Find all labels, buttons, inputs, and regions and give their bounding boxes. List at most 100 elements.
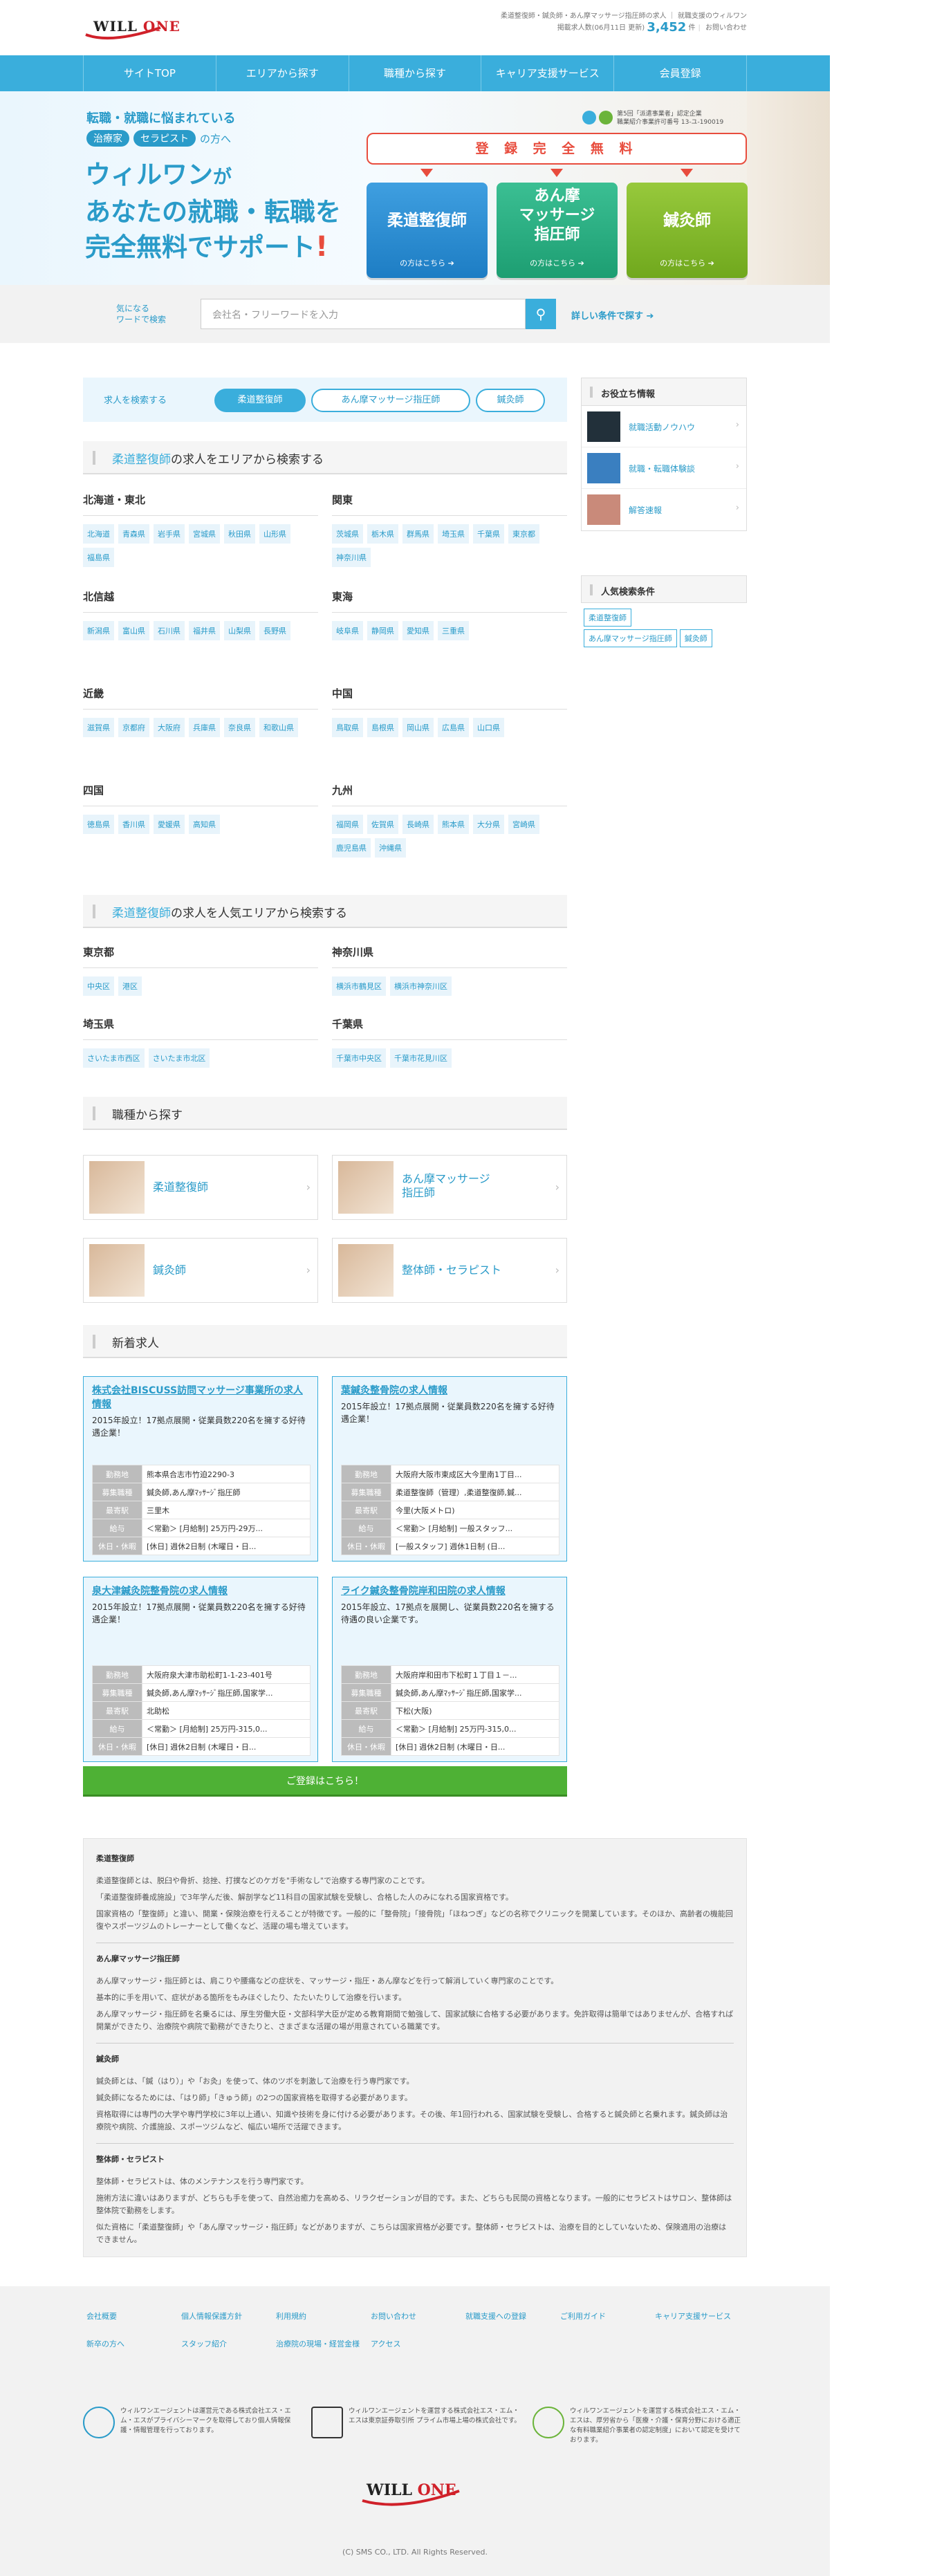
pref-link[interactable]: 奈良県	[224, 718, 255, 737]
pref-link[interactable]: さいたま市北区	[148, 1048, 210, 1068]
pref-link[interactable]: 岡山県	[402, 718, 434, 737]
pref-link[interactable]: 徳島県	[83, 815, 114, 834]
footer-link[interactable]: 治療院の現場・経営金様	[276, 2339, 371, 2350]
pref-link[interactable]: 東京都	[508, 524, 539, 544]
pref-link[interactable]: 高知県	[189, 815, 220, 834]
footer-link[interactable]: スタッフ紹介	[181, 2339, 276, 2350]
pref-link[interactable]: 三重県	[438, 621, 469, 640]
pref-link[interactable]: 千葉市中央区	[332, 1048, 386, 1068]
pref-link[interactable]: 佐賀県	[367, 815, 398, 834]
pref-link[interactable]: 福井県	[189, 621, 220, 640]
pref-link[interactable]: 宮城県	[189, 524, 220, 544]
pref-link[interactable]: 沖縄県	[375, 838, 406, 858]
table-row: 募集職種 柔道整復師（管理）,柔道整復師,鍼...	[341, 1483, 559, 1501]
pref-link[interactable]: 京都府	[118, 718, 149, 737]
pref-link[interactable]: 神奈川県	[332, 548, 371, 567]
pref-link[interactable]: 大阪府	[154, 718, 185, 737]
contact-link[interactable]: お問い合わせ	[705, 24, 747, 32]
useful-item-answers[interactable]: 解答速報 ›	[582, 489, 746, 530]
keyword-judo[interactable]: 柔道整復師	[584, 609, 631, 627]
pref-link[interactable]: 長野県	[259, 621, 290, 640]
pref-link[interactable]: 秋田県	[224, 524, 255, 544]
pref-link[interactable]: 石川県	[154, 621, 185, 640]
pref-link[interactable]: 新潟県	[83, 621, 114, 640]
pref-link[interactable]: 鳥取県	[332, 718, 363, 737]
pref-link[interactable]: 愛知県	[402, 621, 434, 640]
pref-link[interactable]: 北海道	[83, 524, 114, 544]
search-input[interactable]: 会社名・フリーワードを入力	[201, 299, 526, 329]
nav-item-jobtype[interactable]: 職種から探す	[349, 55, 482, 91]
footer-link[interactable]: 会社概要	[86, 2311, 181, 2322]
pref-link[interactable]: 福島県	[83, 548, 114, 567]
job-card-title[interactable]: 株式会社BISCUSS訪問マッサージ事業所の求人情報	[84, 1377, 317, 1411]
pref-link[interactable]: 横浜市鶴見区	[332, 976, 386, 996]
pref-link[interactable]: 山口県	[473, 718, 504, 737]
pref-link[interactable]: 大分県	[473, 815, 504, 834]
pref-link[interactable]: 滋賀県	[83, 718, 114, 737]
jobtype-massage[interactable]: あん摩マッサージ 指圧師 ›	[332, 1155, 567, 1220]
pref-link[interactable]: 静岡県	[367, 621, 398, 640]
pref-link[interactable]: 愛媛県	[154, 815, 185, 834]
footer-link[interactable]: 利用規約	[276, 2311, 371, 2322]
pref-link[interactable]: 島根県	[367, 718, 398, 737]
nav-item-career[interactable]: キャリア支援サービス	[481, 55, 615, 91]
nav-item-top[interactable]: サイトTOP	[84, 55, 216, 91]
advanced-search-link[interactable]: 詳しい条件で探す ➔	[571, 308, 654, 322]
footer-link[interactable]: お問い合わせ	[371, 2311, 465, 2322]
pref-link[interactable]: 富山県	[118, 621, 149, 640]
pref-link[interactable]: 埼玉県	[438, 524, 469, 544]
tab-judo[interactable]: 柔道整復師	[214, 389, 306, 412]
pref-link[interactable]: 広島県	[438, 718, 469, 737]
footer-link[interactable]: アクセス	[371, 2339, 465, 2350]
pref-link[interactable]: 岩手県	[154, 524, 185, 544]
pref-link[interactable]: 千葉市花見川区	[390, 1048, 452, 1068]
pref-link[interactable]: 兵庫県	[189, 718, 220, 737]
keyword-massage[interactable]: あん摩マッサージ指圧師	[584, 629, 677, 647]
pref-link[interactable]: 長崎県	[402, 815, 434, 834]
footer-link[interactable]: 就職支援への登録	[465, 2311, 560, 2322]
pref-link[interactable]: 和歌山県	[259, 718, 298, 737]
nav-item-area[interactable]: エリアから探す	[216, 55, 349, 91]
jobtype-seitai[interactable]: 整体師・セラピスト ›	[332, 1238, 567, 1303]
job-card-title[interactable]: 葉鍼灸整骨院の求人情報	[333, 1377, 566, 1398]
pref-link[interactable]: 岐阜県	[332, 621, 363, 640]
pref-link[interactable]: 千葉県	[473, 524, 504, 544]
footer-link[interactable]: 個人情報保護方針	[181, 2311, 276, 2322]
pref-link[interactable]: 港区	[118, 976, 142, 996]
pref-link[interactable]: 茨城県	[332, 524, 363, 544]
pref-link[interactable]: 山形県	[259, 524, 290, 544]
pref-link[interactable]: 山梨県	[224, 621, 255, 640]
tab-acupuncture[interactable]: 鍼灸師	[476, 389, 545, 412]
job-card-title[interactable]: 泉大津鍼灸院整骨院の求人情報	[84, 1577, 317, 1598]
useful-item-knowhow[interactable]: 就職活動ノウハウ ›	[582, 406, 746, 447]
pref-link[interactable]: 熊本県	[438, 815, 469, 834]
nav-item-register[interactable]: 会員登録	[614, 55, 747, 91]
jobtype-judo[interactable]: 柔道整復師 ›	[83, 1155, 318, 1220]
tab-massage[interactable]: あん摩マッサージ指圧師	[311, 389, 470, 412]
pref-link[interactable]: 香川県	[118, 815, 149, 834]
pref-link[interactable]: 群馬県	[402, 524, 434, 544]
site-logo[interactable]: WILL ONE	[93, 18, 181, 35]
pref-link[interactable]: 横浜市神奈川区	[390, 976, 452, 996]
register-cta-button[interactable]: ご登録はこちら！	[83, 1766, 567, 1797]
useful-item-stories[interactable]: 就職・転職体験談 ›	[582, 447, 746, 489]
footer-link[interactable]: 新卒の方へ	[86, 2339, 181, 2350]
footer-link[interactable]: ご利用ガイド	[560, 2311, 655, 2322]
footer-link[interactable]: キャリア支援サービス	[655, 2311, 750, 2322]
hero-button-judo[interactable]: 柔道整復師 の方はこちら ➔	[367, 183, 488, 278]
pref-list: 中央区 港区	[83, 976, 318, 996]
job-card-title[interactable]: ライク鍼灸整骨院岸和田院の求人情報	[333, 1577, 566, 1598]
pref-link[interactable]: 宮崎県	[508, 815, 539, 834]
pref-link[interactable]: 中央区	[83, 976, 114, 996]
pref-link[interactable]: 福岡県	[332, 815, 363, 834]
pref-link[interactable]: 青森県	[118, 524, 149, 544]
hero-button-massage[interactable]: あん摩 マッサージ 指圧師 の方はこちら ➔	[497, 183, 618, 278]
search-icon[interactable]: ⚲	[526, 299, 556, 329]
hero-button-acupuncture[interactable]: 鍼灸師 の方はこちら ➔	[627, 183, 748, 278]
pref-link[interactable]: さいたま市西区	[83, 1048, 145, 1068]
pref-link[interactable]: 栃木県	[367, 524, 398, 544]
pref-link[interactable]: 鹿児島県	[332, 838, 371, 858]
footer-logo[interactable]: WILL ONE	[367, 2481, 456, 2499]
jobtype-acupuncture[interactable]: 鍼灸師 ›	[83, 1238, 318, 1303]
keyword-acupuncture[interactable]: 鍼灸師	[679, 629, 712, 647]
